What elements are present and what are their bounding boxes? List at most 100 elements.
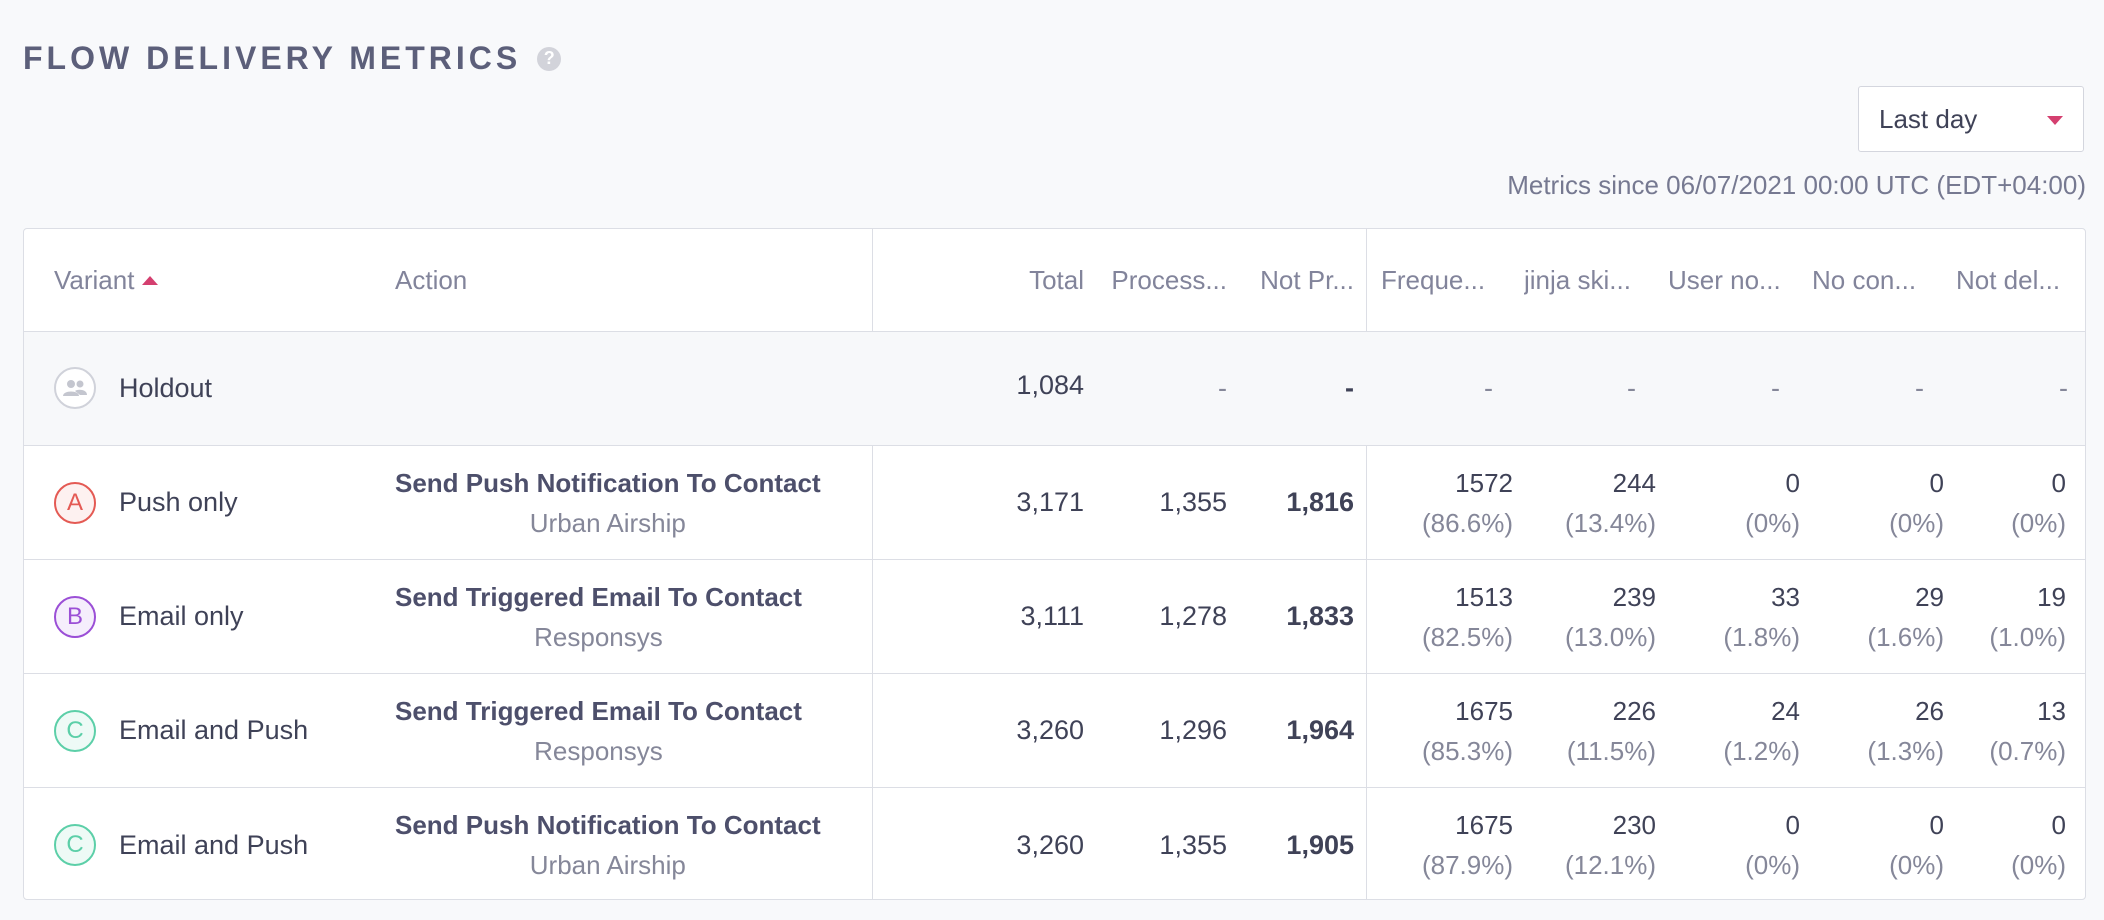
header-user-not[interactable]: User no... <box>1668 229 1780 331</box>
metric-count: 0 <box>1785 467 1800 498</box>
metric-count: 1572 <box>1455 467 1513 498</box>
metric-count: 230 <box>1612 810 1656 840</box>
cell-total: 3,260 <box>1016 715 1084 745</box>
metric-count: 13 <box>2037 695 2066 726</box>
table-row[interactable]: B Email only Send Triggered Email To Conta… <box>24 560 2085 674</box>
table-row-holdout[interactable]: Holdout 1,084 - - - - - - - <box>24 332 2085 446</box>
metric-count: 0 <box>2051 467 2066 498</box>
cell-jinja: 244 (13.4%) <box>1524 446 1656 559</box>
table-row[interactable]: C Email and Push Send Push Notification To… <box>24 788 2085 902</box>
variant-name: Email and Push <box>119 715 309 745</box>
metrics-table: Variant Action Total Process... Not Pr..… <box>23 228 2086 900</box>
action-title: Send Push Notification To Contact <box>395 467 821 498</box>
metric-count: 1513 <box>1455 581 1513 612</box>
cell-not-processed: 1,905 <box>1286 829 1354 860</box>
cell-no-contact: 0 (0%) <box>1812 446 1944 559</box>
metric-count: 226 <box>1612 695 1656 726</box>
metric-percent: (13.4%) <box>1564 507 1656 538</box>
header-total[interactable]: Total <box>984 229 1084 331</box>
metric-percent: (0%) <box>1745 507 1800 538</box>
variant-badge: A <box>54 482 96 524</box>
metric-percent: (0%) <box>2011 850 2066 880</box>
cell-not-delivered: 13 (0.7%) <box>1934 674 2066 787</box>
header-processed[interactable]: Process... <box>1092 229 1227 331</box>
action-provider: Responsys <box>534 621 663 652</box>
time-range-dropdown[interactable]: Last day <box>1858 86 2084 152</box>
metric-count: 239 <box>1612 581 1656 612</box>
header-jinja[interactable]: jinja ski... <box>1524 229 1636 331</box>
table-row[interactable]: A Push only Send Push Notification To Cont… <box>24 446 2085 560</box>
cell-frequency: 1675 (87.9%) <box>1381 788 1513 902</box>
metric-percent: (13.0%) <box>1564 621 1656 652</box>
metric-percent: (82.5%) <box>1421 621 1513 652</box>
cell-user-not: 24 (1.2%) <box>1668 674 1800 787</box>
metric-percent: (12.1%) <box>1564 850 1656 880</box>
variant-name: Email and Push <box>119 829 309 860</box>
cell-frequency: 1675 (85.3%) <box>1381 674 1513 787</box>
header-action[interactable]: Action <box>395 229 467 331</box>
cell-frequency: - <box>1484 373 1493 403</box>
action-provider: Urban Airship <box>529 850 686 880</box>
variant-badge: C <box>54 710 96 752</box>
cell-no-contact: 0 (0%) <box>1812 788 1944 902</box>
cell-not-delivered: 0 (0%) <box>1934 446 2066 559</box>
cell-total: 3,260 <box>1016 829 1084 860</box>
cell-not-processed: 1,833 <box>1286 601 1354 631</box>
action-provider: Responsys <box>534 735 663 766</box>
metric-count: 1675 <box>1455 695 1513 726</box>
cell-no-contact: - <box>1915 373 1924 403</box>
metric-percent: (0%) <box>2011 507 2066 538</box>
group-icon <box>63 380 87 396</box>
header-no-contact[interactable]: No con... <box>1812 229 1924 331</box>
action-cell[interactable]: Send Push Notification To Contact Urban A… <box>395 788 821 902</box>
cell-jinja: - <box>1627 373 1636 403</box>
header-frequency[interactable]: Freque... <box>1381 229 1493 331</box>
metrics-since-text: Metrics since 06/07/2021 00:00 UTC (EDT+… <box>1507 170 2086 200</box>
cell-not-processed: 1,816 <box>1286 487 1354 517</box>
cell-frequency: 1513 (82.5%) <box>1381 560 1513 673</box>
cell-user-not: - <box>1771 373 1780 403</box>
cell-no-contact: 26 (1.3%) <box>1812 674 1944 787</box>
holdout-group-icon <box>54 367 96 409</box>
header-not-delivered[interactable]: Not del... <box>1956 229 2068 331</box>
metric-count: 1675 <box>1455 810 1513 840</box>
cell-processed: - <box>1218 373 1227 403</box>
metric-count: 244 <box>1612 467 1656 498</box>
metric-percent: (85.3%) <box>1421 735 1513 766</box>
cell-not-delivered: 19 (1.0%) <box>1934 560 2066 673</box>
cell-not-delivered: - <box>2059 373 2068 403</box>
action-cell[interactable]: Send Triggered Email To Contact Responsys <box>395 674 802 787</box>
metric-percent: (1.0%) <box>1989 621 2066 652</box>
sort-ascending-icon <box>142 275 159 285</box>
metric-percent: (1.6%) <box>1867 621 1944 652</box>
action-cell[interactable]: Send Triggered Email To Contact Responsys <box>395 560 802 673</box>
header-variant-label: Variant <box>54 264 135 295</box>
variant-name: Email only <box>119 601 244 631</box>
help-icon[interactable]: ? <box>537 46 562 71</box>
action-provider: Urban Airship <box>529 507 686 538</box>
cell-not-processed: - <box>1345 373 1354 403</box>
page-title: FLOW DELIVERY METRICS ? <box>23 40 562 77</box>
cell-processed: 1,355 <box>1159 829 1227 860</box>
metric-percent: (86.6%) <box>1421 507 1513 538</box>
metric-percent: (11.5%) <box>1566 735 1656 766</box>
cell-processed: 1,278 <box>1159 601 1227 631</box>
cell-user-not: 0 (0%) <box>1668 788 1800 902</box>
header-variant[interactable]: Variant <box>54 229 159 331</box>
chevron-down-icon <box>2047 115 2063 125</box>
time-range-value: Last day <box>1879 103 1978 134</box>
metric-count: 24 <box>1771 695 1800 726</box>
cell-jinja: 226 (11.5%) <box>1524 674 1656 787</box>
cell-total: 3,111 <box>1020 601 1084 631</box>
cell-user-not: 0 (0%) <box>1668 446 1800 559</box>
metric-count: 0 <box>2051 810 2066 840</box>
variant-badge: B <box>54 596 96 638</box>
table-row[interactable]: C Email and Push Send Triggered Email To C… <box>24 674 2085 788</box>
cell-processed: 1,296 <box>1159 715 1227 745</box>
variant-name: Holdout <box>119 373 213 403</box>
metric-count: 0 <box>1785 810 1800 840</box>
action-cell[interactable]: Send Push Notification To Contact Urban A… <box>395 446 821 559</box>
cell-frequency: 1572 (86.6%) <box>1381 446 1513 559</box>
cell-total: 3,171 <box>1016 487 1084 517</box>
header-not-processed[interactable]: Not Pr... <box>1232 229 1354 331</box>
